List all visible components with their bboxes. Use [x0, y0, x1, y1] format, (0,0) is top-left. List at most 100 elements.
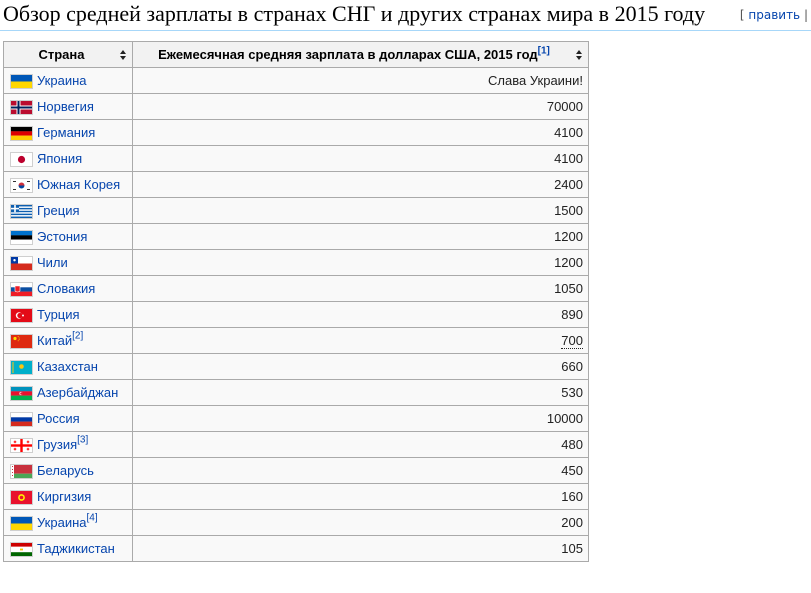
table-row: Азербайджан 530 — [3, 379, 589, 406]
table-row: Грузия[3] 480 — [3, 431, 589, 458]
country-link[interactable]: Украина — [37, 74, 87, 89]
flag-china-icon[interactable] — [10, 333, 33, 349]
reference-link[interactable]: [3] — [77, 435, 88, 446]
country-link[interactable]: Китай — [37, 334, 72, 349]
country-link[interactable]: Чили — [37, 256, 68, 271]
country-link[interactable]: Грузия — [37, 438, 77, 453]
flag-tajikistan-icon[interactable] — [10, 541, 33, 557]
country-link[interactable]: Киргизия — [37, 490, 91, 505]
reference-link[interactable]: [4] — [87, 513, 98, 524]
salary-cell: 1500 — [132, 197, 589, 224]
salary-cell: Слава Украини! — [132, 67, 589, 94]
edit-bracket-close: | — [803, 8, 808, 22]
salary-value: 660 — [561, 359, 583, 374]
sort-icon[interactable] — [120, 50, 127, 61]
country-link[interactable]: Беларусь — [37, 464, 94, 479]
salary-cell: 200 — [132, 509, 589, 536]
flag-south-korea-icon[interactable] — [10, 177, 33, 193]
flag-slovakia-icon[interactable] — [10, 281, 33, 297]
country-link[interactable]: Эстония — [37, 230, 87, 245]
table-row: Эстония 1200 — [3, 223, 589, 250]
salary-value: 105 — [561, 541, 583, 556]
page-title: Обзор средней зарплаты в странах СНГ и д… — [3, 1, 706, 26]
flag-ukraine-icon[interactable] — [10, 73, 33, 89]
table-row: Япония 4100 — [3, 145, 589, 172]
country-cell: Южная Корея — [3, 171, 133, 198]
country-link[interactable]: Казахстан — [37, 360, 98, 375]
flag-ukraine-icon[interactable] — [10, 515, 33, 531]
salary-cell: 1200 — [132, 249, 589, 276]
country-link[interactable]: Япония — [37, 152, 82, 167]
salary-cell: 480 — [132, 431, 589, 458]
salary-value: 10000 — [546, 411, 583, 426]
country-link[interactable]: Турция — [37, 308, 80, 323]
flag-greece-icon[interactable] — [10, 203, 33, 219]
country-link[interactable]: Южная Корея — [37, 178, 120, 193]
edit-bracket-open: [ — [739, 8, 745, 22]
salary-value: 530 — [561, 385, 583, 400]
salary-cell: 4100 — [132, 145, 589, 172]
flag-japan-icon[interactable] — [10, 151, 33, 167]
salary-value: 700 — [561, 333, 583, 349]
flag-estonia-icon[interactable] — [10, 229, 33, 245]
edit-section: [ править | — [740, 8, 808, 23]
table-header-row: Страна Ежемесячная средняя зарплата в до… — [3, 41, 589, 68]
flag-chile-icon[interactable] — [10, 255, 33, 271]
flag-norway-icon[interactable] — [10, 99, 33, 115]
reference-link[interactable]: [1] — [538, 46, 550, 57]
flag-georgia-icon[interactable] — [10, 437, 33, 453]
salary-value: 4100 — [554, 151, 583, 166]
flag-belarus-icon[interactable] — [10, 463, 33, 479]
country-cell: Норвегия — [3, 93, 133, 120]
salary-cell: 1050 — [132, 275, 589, 302]
country-cell: Чили — [3, 249, 133, 276]
country-cell: Япония — [3, 145, 133, 172]
country-cell: Казахстан — [3, 353, 133, 380]
table-row: Казахстан 660 — [3, 353, 589, 380]
salary-cell: 160 — [132, 483, 589, 510]
salary-cell: 2400 — [132, 171, 589, 198]
country-cell: Таджикистан — [3, 535, 133, 562]
salary-value: 4100 — [554, 125, 583, 140]
country-link[interactable]: Норвегия — [37, 100, 94, 115]
country-cell: Германия — [3, 119, 133, 146]
flag-turkey-icon[interactable] — [10, 307, 33, 323]
flag-russia-icon[interactable] — [10, 411, 33, 427]
flag-germany-icon[interactable] — [10, 125, 33, 141]
salary-value: 450 — [561, 463, 583, 478]
salary-cell: 890 — [132, 301, 589, 328]
country-link[interactable]: Украина — [37, 516, 87, 531]
country-cell: Украина[4] — [3, 509, 133, 536]
flag-kyrgyzstan-icon[interactable] — [10, 489, 33, 505]
salary-cell: 450 — [132, 457, 589, 484]
salary-value: Слава Украини! — [488, 73, 583, 88]
table-row: Украина[4] 200 — [3, 509, 589, 536]
reference-link[interactable]: [2] — [72, 331, 83, 342]
country-cell: Эстония — [3, 223, 133, 250]
country-link[interactable]: Россия — [37, 412, 80, 427]
salary-column-header[interactable]: Ежемесячная средняя зарплата в долларах … — [132, 41, 589, 68]
salary-value: 1500 — [554, 203, 583, 218]
sort-icon[interactable] — [576, 50, 583, 61]
salary-cell: 1200 — [132, 223, 589, 250]
flag-kazakhstan-icon[interactable] — [10, 359, 33, 375]
country-column-header[interactable]: Страна — [3, 41, 133, 68]
country-link[interactable]: Таджикистан — [37, 542, 115, 557]
salary-cell: 660 — [132, 353, 589, 380]
country-link[interactable]: Германия — [37, 126, 95, 141]
salary-cell: 105 — [132, 535, 589, 562]
country-link[interactable]: Азербайджан — [37, 386, 118, 401]
edit-section-link[interactable]: править — [748, 8, 800, 22]
country-link[interactable]: Греция — [37, 204, 80, 219]
salary-value: 1200 — [554, 229, 583, 244]
salary-cell: 10000 — [132, 405, 589, 432]
section-heading: Обзор средней зарплаты в странах СНГ и д… — [0, 0, 811, 31]
table-row: Словакия 1050 — [3, 275, 589, 302]
salary-value: 160 — [561, 489, 583, 504]
table-row: Беларусь 450 — [3, 457, 589, 484]
flag-azerbaijan-icon[interactable] — [10, 385, 33, 401]
salary-cell: 530 — [132, 379, 589, 406]
country-cell: Грузия[3] — [3, 431, 133, 458]
country-cell: Россия — [3, 405, 133, 432]
country-link[interactable]: Словакия — [37, 282, 95, 297]
